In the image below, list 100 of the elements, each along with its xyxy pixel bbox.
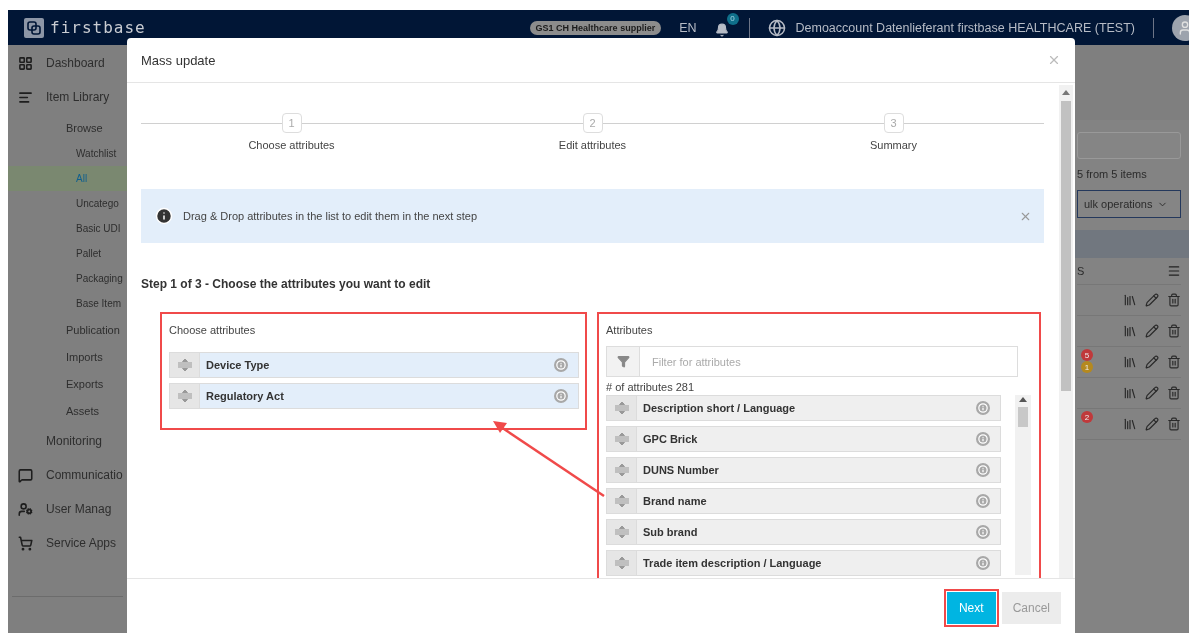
bulk-operations-button[interactable]: ulk operations	[1077, 190, 1181, 218]
info-icon[interactable]	[554, 389, 568, 403]
delete-icon[interactable]	[1167, 417, 1181, 431]
count-badge: 1	[1081, 361, 1093, 373]
language-selector[interactable]: EN	[679, 20, 697, 35]
scrollbar-thumb[interactable]	[1018, 407, 1028, 427]
cancel-button[interactable]: Cancel	[1001, 592, 1061, 624]
drag-handle-icon[interactable]	[614, 526, 629, 538]
scrollbar[interactable]	[1059, 85, 1073, 578]
edit-icon[interactable]	[1145, 324, 1159, 338]
globe-icon[interactable]	[767, 18, 786, 37]
sidebar-item-icon	[18, 55, 33, 71]
sidebar-item-icon	[18, 501, 33, 517]
count-badge: 2	[1081, 411, 1093, 423]
attribute-item[interactable]: GPC Brick	[606, 426, 1001, 452]
sidebar-item[interactable]: Dashboard	[8, 46, 127, 80]
menu-icon[interactable]	[1167, 264, 1181, 278]
scrollbar-thumb[interactable]	[1061, 101, 1071, 391]
attribute-item[interactable]: DUNS Number	[606, 457, 1001, 483]
filter-field[interactable]: Filter for attributes	[640, 346, 1018, 377]
drag-handle-icon[interactable]	[614, 495, 629, 507]
scrollbar[interactable]	[1015, 395, 1031, 575]
drag-handle-icon[interactable]	[177, 390, 192, 402]
step-heading: Step 1 of 3 - Choose the attributes you want to edit	[141, 277, 432, 291]
logo-icon	[24, 17, 44, 38]
info-icon[interactable]	[554, 358, 568, 372]
library-icon[interactable]	[1123, 324, 1137, 338]
scroll-up-icon[interactable]	[1019, 397, 1027, 402]
next-button[interactable]: Next	[946, 592, 996, 624]
notification-icon[interactable]	[714, 22, 729, 37]
notification-count: 0	[726, 12, 739, 25]
sidebar-item[interactable]: Packaging	[8, 266, 127, 291]
delete-icon[interactable]	[1167, 355, 1181, 369]
sidebar-item[interactable]: Basic UDI	[8, 216, 127, 241]
sidebar-item[interactable]: Publication	[8, 316, 127, 343]
drag-handle-icon[interactable]	[614, 557, 629, 569]
close-icon[interactable]	[1047, 53, 1061, 67]
count-badge: 5	[1081, 349, 1093, 361]
attribute-item[interactable]: Brand name	[606, 488, 1001, 514]
attribute-item[interactable]: Trade item description / Language	[606, 550, 1001, 576]
attribute-count: # of attributes 281	[606, 381, 696, 393]
sidebar-item[interactable]: Communicatio	[8, 458, 127, 492]
column-header: S	[1077, 265, 1085, 277]
account-name[interactable]: Demoaccount Datenlieferant firstbase HEALTHCARE (TEST)	[795, 20, 1135, 35]
step-number: 2	[582, 113, 603, 133]
dialog-title: Mass update	[141, 52, 216, 68]
sidebar-item[interactable]: Pallet	[8, 241, 127, 266]
sidebar-item[interactable]: Exports	[8, 370, 127, 397]
sidebar-item[interactable]: Imports	[8, 343, 127, 370]
panel-title: Attributes	[606, 323, 654, 338]
sidebar-item-icon	[18, 467, 33, 483]
sidebar-item[interactable]: Browse	[8, 114, 127, 141]
drag-handle-icon[interactable]	[614, 433, 629, 445]
sidebar-item[interactable]: Assets	[8, 397, 127, 424]
delete-icon[interactable]	[1167, 293, 1181, 307]
info-icon[interactable]	[976, 463, 990, 477]
edit-icon[interactable]	[1145, 293, 1159, 307]
sidebar-item[interactable]: All	[8, 166, 127, 191]
info-icon[interactable]	[976, 556, 990, 570]
info-icon[interactable]	[976, 525, 990, 539]
library-icon[interactable]	[1123, 386, 1137, 400]
library-icon[interactable]	[1123, 355, 1137, 369]
attribute-item[interactable]: Device Type	[169, 352, 579, 378]
step-label: Choose attributes	[248, 139, 335, 151]
panel-title: Choose attributes	[169, 323, 257, 338]
scroll-up-icon[interactable]	[1062, 90, 1070, 95]
drag-handle-icon[interactable]	[614, 402, 629, 414]
edit-icon[interactable]	[1145, 386, 1159, 400]
library-icon[interactable]	[1123, 293, 1137, 307]
info-icon[interactable]	[976, 432, 990, 446]
sidebar-item[interactable]: Base Item	[8, 291, 127, 316]
sidebar-item-icon	[18, 89, 33, 105]
sidebar-item[interactable]: Service Apps	[8, 526, 127, 560]
edit-icon[interactable]	[1145, 355, 1159, 369]
supplier-badge: GS1 CH Healthcare supplier	[529, 20, 662, 35]
attribute-item[interactable]: Regulatory Act	[169, 383, 579, 409]
drag-handle-icon[interactable]	[614, 464, 629, 476]
sidebar-item-icon	[18, 535, 33, 551]
brand-name: firstbase	[50, 18, 146, 37]
library-icon[interactable]	[1123, 417, 1137, 431]
filter-icon	[616, 355, 630, 368]
step-label: Summary	[869, 139, 918, 151]
attribute-item[interactable]: Sub brand	[606, 519, 1001, 545]
step-number: 3	[883, 113, 904, 133]
delete-icon[interactable]	[1167, 386, 1181, 400]
delete-icon[interactable]	[1167, 324, 1181, 338]
drag-handle-icon[interactable]	[177, 359, 192, 371]
sidebar-item[interactable]: Item Library	[8, 80, 127, 114]
sidebar-item[interactable]: Watchlist	[8, 141, 127, 166]
sidebar-item[interactable]: User Manag	[8, 492, 127, 526]
result-count: 5 from 5 items	[1077, 168, 1148, 180]
info-icon[interactable]	[976, 401, 990, 415]
attribute-item[interactable]: Description short / Language	[606, 395, 1001, 421]
step-number: 1	[281, 113, 302, 133]
info-icon	[155, 207, 173, 225]
alert-text: Drag & Drop attributes in the list to edit them in the next step	[183, 210, 479, 222]
sidebar-item[interactable]: Uncatego	[8, 191, 127, 216]
edit-icon[interactable]	[1145, 417, 1159, 431]
sidebar-item[interactable]: Monitoring	[8, 424, 127, 458]
info-icon[interactable]	[976, 494, 990, 508]
